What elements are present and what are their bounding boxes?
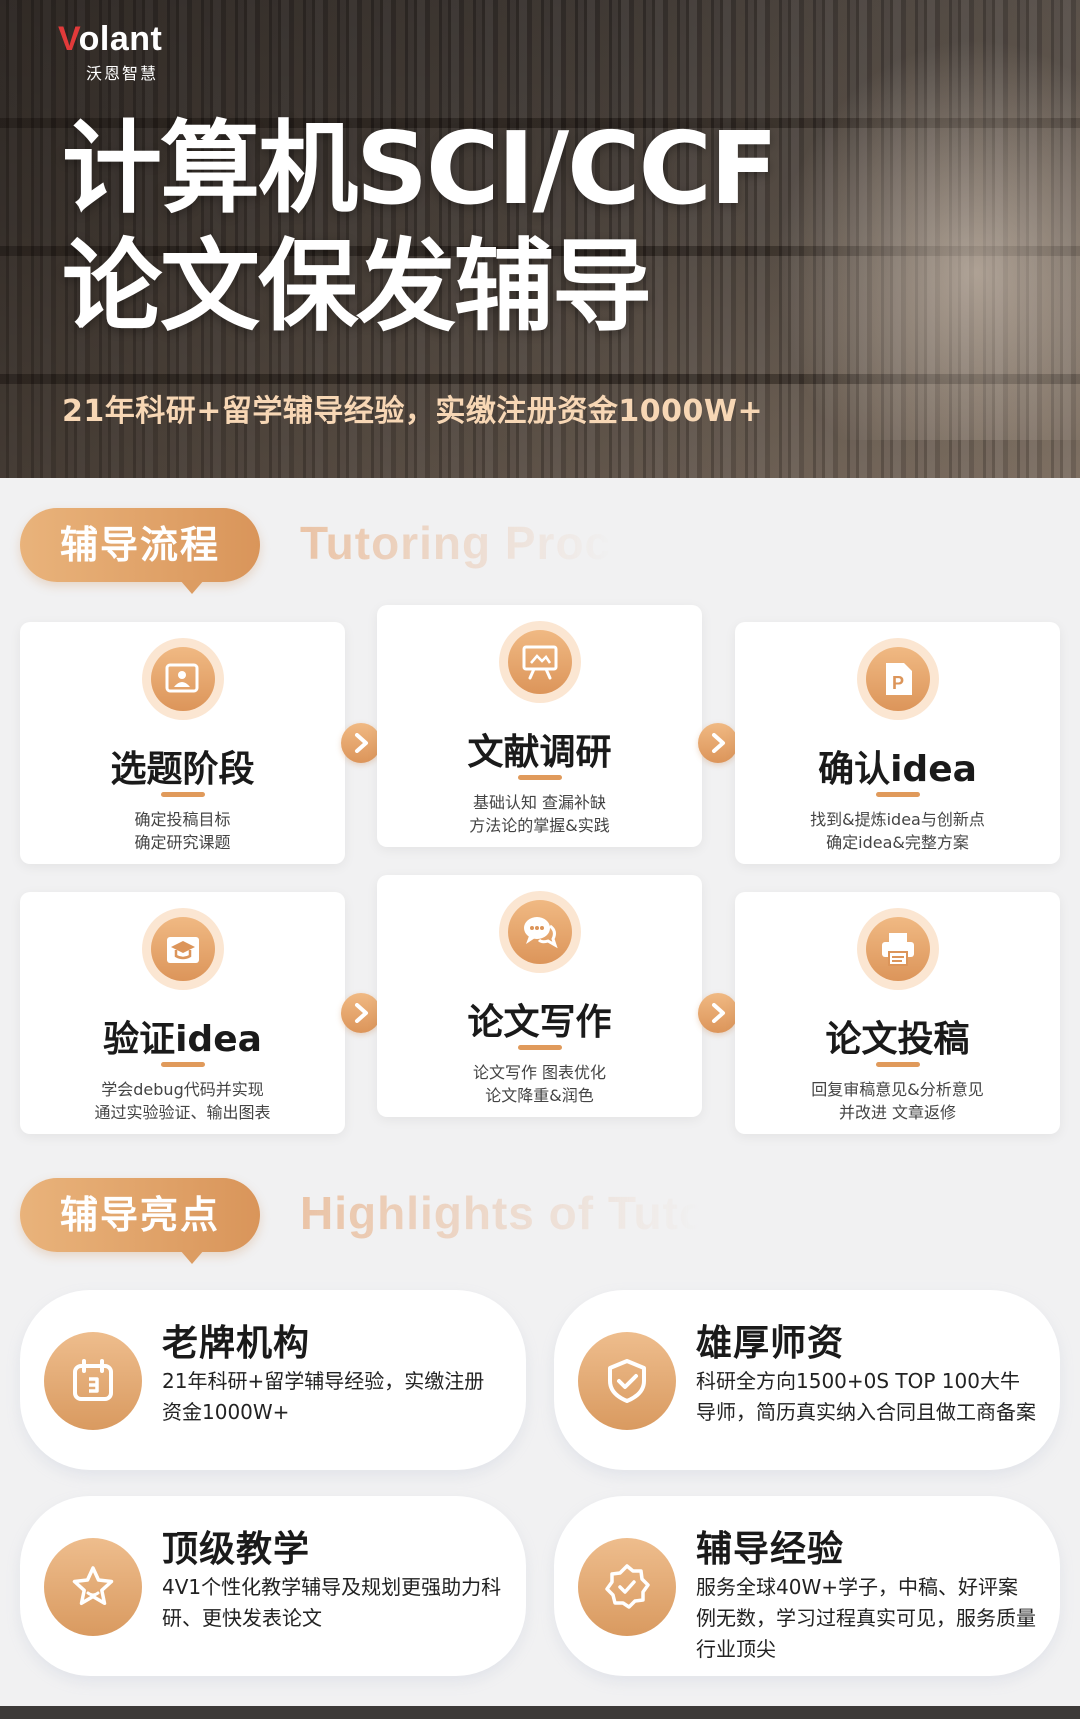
svg-text:P: P <box>892 673 904 693</box>
highlight-title: 老牌机构 <box>162 1323 311 1364</box>
step-desc-line: 并改进 文章返修 <box>838 1103 957 1122</box>
highlight-card-2: 雄厚师资 科研全方向1500+0S TOP 100大牛导师，简历真实纳入合同且做… <box>554 1290 1060 1470</box>
step-card-4: 验证idea 学会debug代码并实现 通过实验验证、输出图表 <box>20 892 345 1134</box>
step-title: 文献调研 <box>467 732 612 773</box>
step-desc-line: 论文降重&润色 <box>485 1086 594 1105</box>
logo-subtitle: 沃恩智慧 <box>86 64 159 83</box>
highlight-desc: 4V1个性化教学辅导及规划更强助力科研、更快发表论文 <box>162 1575 502 1630</box>
chat-bubbles-icon <box>499 891 581 973</box>
step-card-3: P 确认idea 找到&提炼idea与创新点 确定idea&完整方案 <box>735 622 1060 864</box>
step-desc-line: 通过实验验证、输出图表 <box>94 1103 271 1122</box>
logo-word: olant <box>78 20 163 58</box>
step-desc-line: 回复审稿意见&分析意见 <box>811 1080 984 1099</box>
highlights-section-header: 辅导亮点 Highlights of Tutoring <box>20 1178 1060 1264</box>
process-heading-pill: 辅导流程 <box>20 508 260 594</box>
step-card-5: 论文写作 论文写作 图表优化 论文降重&润色 <box>377 875 702 1117</box>
step-card-2: 文献调研 基础认知 查漏补缺 方法论的掌握&实践 <box>377 605 702 847</box>
highlight-title: 顶级教学 <box>162 1529 311 1570</box>
arrow-right-icon <box>341 993 381 1033</box>
step-desc-line: 论文写作 图表优化 <box>472 1063 607 1082</box>
arrow-right-icon <box>698 723 738 763</box>
step-card-1: 选题阶段 确定投稿目标 确定研究课题 <box>20 622 345 864</box>
step-title: 验证idea <box>103 1019 262 1060</box>
powerpoint-icon: P <box>857 638 939 720</box>
highlight-desc: 21年科研+留学辅导经验，实缴注册资金1000W+ <box>162 1369 485 1424</box>
volant-logo: Volant 沃恩智慧 <box>58 20 198 83</box>
step-card-6: 论文投稿 回复审稿意见&分析意见 并改进 文章返修 <box>735 892 1060 1134</box>
process-heading-en: Tutoring Process <box>300 517 691 569</box>
step-desc-line: 确定研究课题 <box>134 833 231 852</box>
highlight-desc: 科研全方向1500+0S TOP 100大牛导师，简历真实纳入合同且做工商备案 <box>696 1369 1036 1424</box>
highlight-card-4: 辅导经验 服务全球40W+学子，中稿、好评案例无数，学习过程真实可见，服务质量行… <box>554 1496 1060 1676</box>
hero-title-line2: 论文保发辅导 <box>62 228 652 345</box>
presentation-person-icon <box>142 638 224 720</box>
graduation-cap-icon <box>142 908 224 990</box>
step-desc-line: 找到&提炼idea与创新点 <box>810 810 985 829</box>
step-desc-line: 确定投稿目标 <box>134 810 231 829</box>
step-title: 确认idea <box>818 749 977 790</box>
arrow-right-icon <box>341 723 381 763</box>
arrow-right-icon <box>698 993 738 1033</box>
hero-title: 计算机SCI/CCF 论文保发辅导 <box>62 110 778 346</box>
easel-icon <box>499 621 581 703</box>
process-section-header: 辅导流程 Tutoring Process <box>20 508 1060 594</box>
step-desc-line: 确定idea&完整方案 <box>826 833 969 852</box>
highlight-title: 雄厚师资 <box>696 1323 845 1364</box>
highlights-heading: 辅导亮点 <box>59 1193 220 1237</box>
process-heading: 辅导流程 <box>59 523 220 567</box>
highlight-title: 辅导经验 <box>696 1529 845 1570</box>
highlights-heading-en: Highlights of Tutoring <box>300 1187 799 1239</box>
highlight-card-3: 顶级教学 4V1个性化教学辅导及规划更强助力科研、更快发表论文 <box>20 1496 526 1676</box>
highlight-desc: 服务全球40W+学子，中稿、好评案例无数，学习过程真实可见，服务质量行业顶尖 <box>696 1575 1036 1661</box>
step-title: 论文投稿 <box>825 1019 970 1060</box>
printer-icon <box>857 908 939 990</box>
step-desc-line: 方法论的掌握&实践 <box>469 816 610 835</box>
step-desc-line: 基础认知 查漏补缺 <box>472 793 607 812</box>
badge-icon <box>578 1538 676 1636</box>
logo-heart-v: V <box>58 20 79 58</box>
star-icon <box>44 1538 142 1636</box>
step-title: 选题阶段 <box>110 749 255 790</box>
highlights-heading-pill: 辅导亮点 <box>20 1178 260 1264</box>
hero-banner: Volant 沃恩智慧 计算机SCI/CCF 论文保发辅导 21年科研+留学辅导… <box>0 0 1080 478</box>
highlight-card-1: 老牌机构 21年科研+留学辅导经验，实缴注册资金1000W+ <box>20 1290 526 1470</box>
hero-subtitle: 21年科研+留学辅导经验，实缴注册资金1000W+ <box>62 394 764 429</box>
step-desc-line: 学会debug代码并实现 <box>101 1080 264 1099</box>
bottom-strip <box>0 1706 1080 1719</box>
hero-title-line1: 计算机SCI/CCF <box>62 110 778 227</box>
step-title: 论文写作 <box>467 1002 612 1043</box>
calendar-icon <box>44 1332 142 1430</box>
shield-check-icon <box>578 1332 676 1430</box>
